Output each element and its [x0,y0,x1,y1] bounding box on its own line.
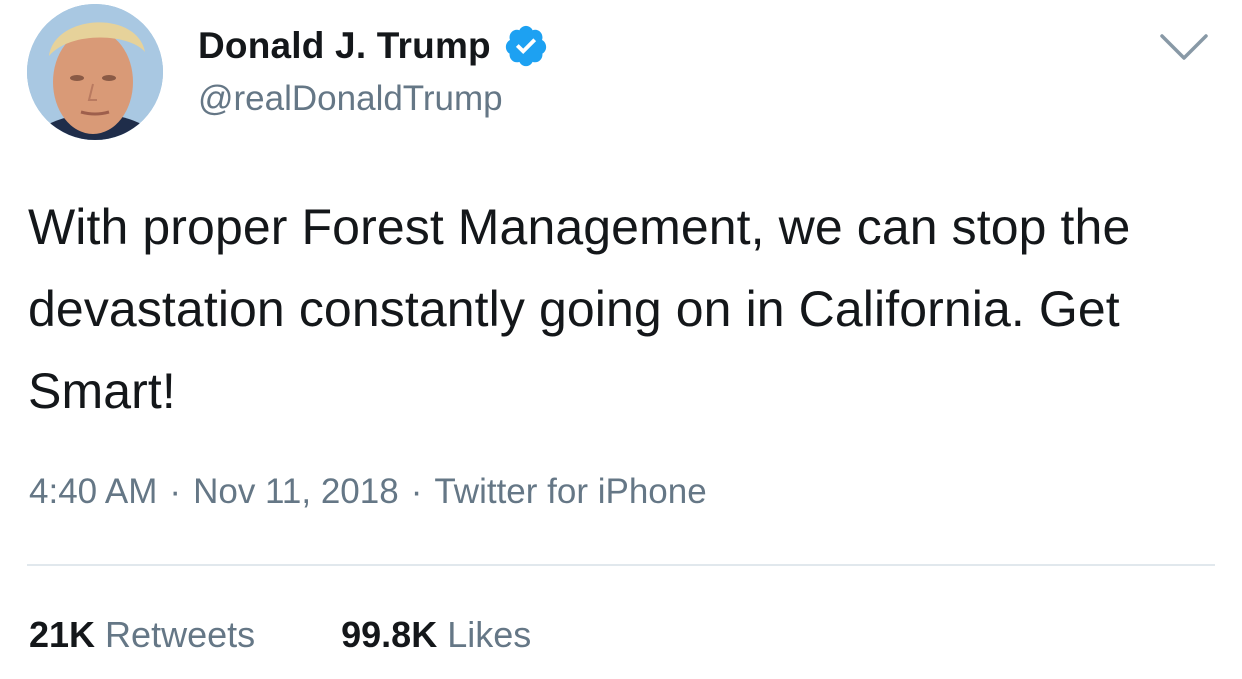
retweets-label: Retweets [105,614,256,655]
verified-badge-icon [505,25,546,67]
tweet-metadata: 4:40 AM · Nov 11, 2018 · Twitter for iPhone [29,472,707,512]
meta-separator: · [169,472,182,511]
meta-separator: · [410,472,423,511]
avatar-image [27,4,163,140]
avatar[interactable] [27,4,163,140]
user-handle[interactable]: @realDonaldTrump [198,79,549,119]
name-row: Donald J. Trump [198,22,549,70]
tweet-source[interactable]: Twitter for iPhone [434,472,706,511]
author-block: Donald J. Trump @realDonaldTrump [198,22,549,119]
display-name[interactable]: Donald J. Trump [198,25,491,67]
chevron-down-icon[interactable] [1158,26,1210,66]
tweet-time[interactable]: 4:40 AM [29,472,157,511]
likes-count: 99.8K [341,614,438,655]
likes-label: Likes [447,614,532,655]
tweet-text: With proper Forest Management, we can st… [28,199,1131,419]
tweet-card: Donald J. Trump @realDonaldTrump With pr… [0,0,1242,679]
likes-stat[interactable]: 99.8K Likes [341,614,531,656]
divider [27,564,1215,566]
tweet-stats: 21K Retweets 99.8K Likes [29,614,531,656]
retweets-stat[interactable]: 21K Retweets [29,614,255,656]
retweets-count: 21K [29,614,96,655]
tweet-date[interactable]: Nov 11, 2018 [193,472,399,511]
